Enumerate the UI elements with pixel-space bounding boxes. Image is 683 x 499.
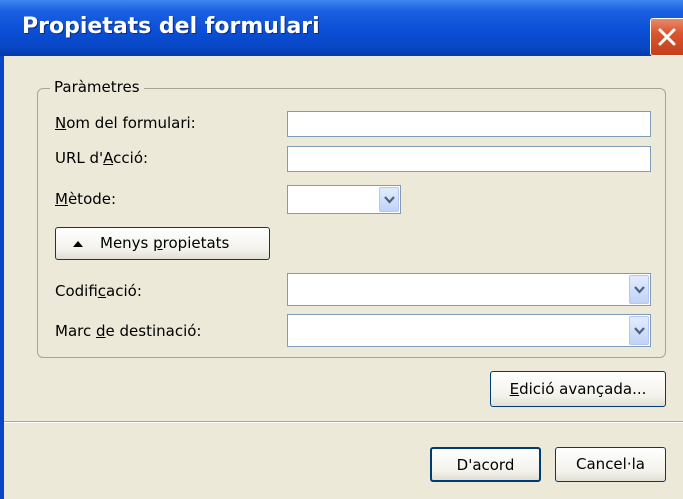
encoding-label: Codificació: xyxy=(55,282,142,300)
advanced-edit-button[interactable]: Edició avançada... xyxy=(490,371,666,407)
action-url-label: URL d'Acció: xyxy=(55,149,149,167)
close-button[interactable] xyxy=(650,18,683,56)
less-properties-button[interactable]: Menys propietats xyxy=(55,227,270,260)
encoding-dropdown-button[interactable] xyxy=(629,275,649,304)
chevron-down-icon xyxy=(384,195,395,204)
cancel-button[interactable]: Cancel·la xyxy=(555,447,666,482)
ok-button[interactable]: D'acord xyxy=(430,447,541,482)
target-frame-dropdown-button[interactable] xyxy=(629,316,649,345)
title-bar[interactable]: Propietats del formulari xyxy=(0,0,683,56)
target-frame-label: Marc de destinació: xyxy=(55,322,202,340)
close-icon xyxy=(658,28,676,46)
cancel-label: Cancel·la xyxy=(576,455,645,473)
chevron-down-icon xyxy=(634,326,645,335)
encoding-select[interactable] xyxy=(287,273,651,306)
chevron-down-icon xyxy=(634,285,645,294)
parameters-legend: Paràmetres xyxy=(50,78,144,96)
method-label: Mètode: xyxy=(55,190,117,208)
form-name-label: Nom del formulari: xyxy=(55,114,196,132)
form-name-input[interactable] xyxy=(287,111,651,137)
less-properties-label: Menys propietats xyxy=(100,234,230,252)
ok-label: D'acord xyxy=(456,456,515,474)
method-dropdown-button[interactable] xyxy=(379,187,399,212)
action-url-input[interactable] xyxy=(287,146,651,172)
advanced-edit-label: Edició avançada... xyxy=(509,380,647,398)
target-frame-select[interactable] xyxy=(287,314,651,347)
method-select[interactable] xyxy=(287,185,401,214)
window-title: Propietats del formulari xyxy=(22,14,320,39)
window-border xyxy=(0,56,4,499)
separator xyxy=(4,421,683,423)
triangle-up-icon xyxy=(73,241,83,247)
form-name-label-text: om del formulari: xyxy=(66,114,196,132)
